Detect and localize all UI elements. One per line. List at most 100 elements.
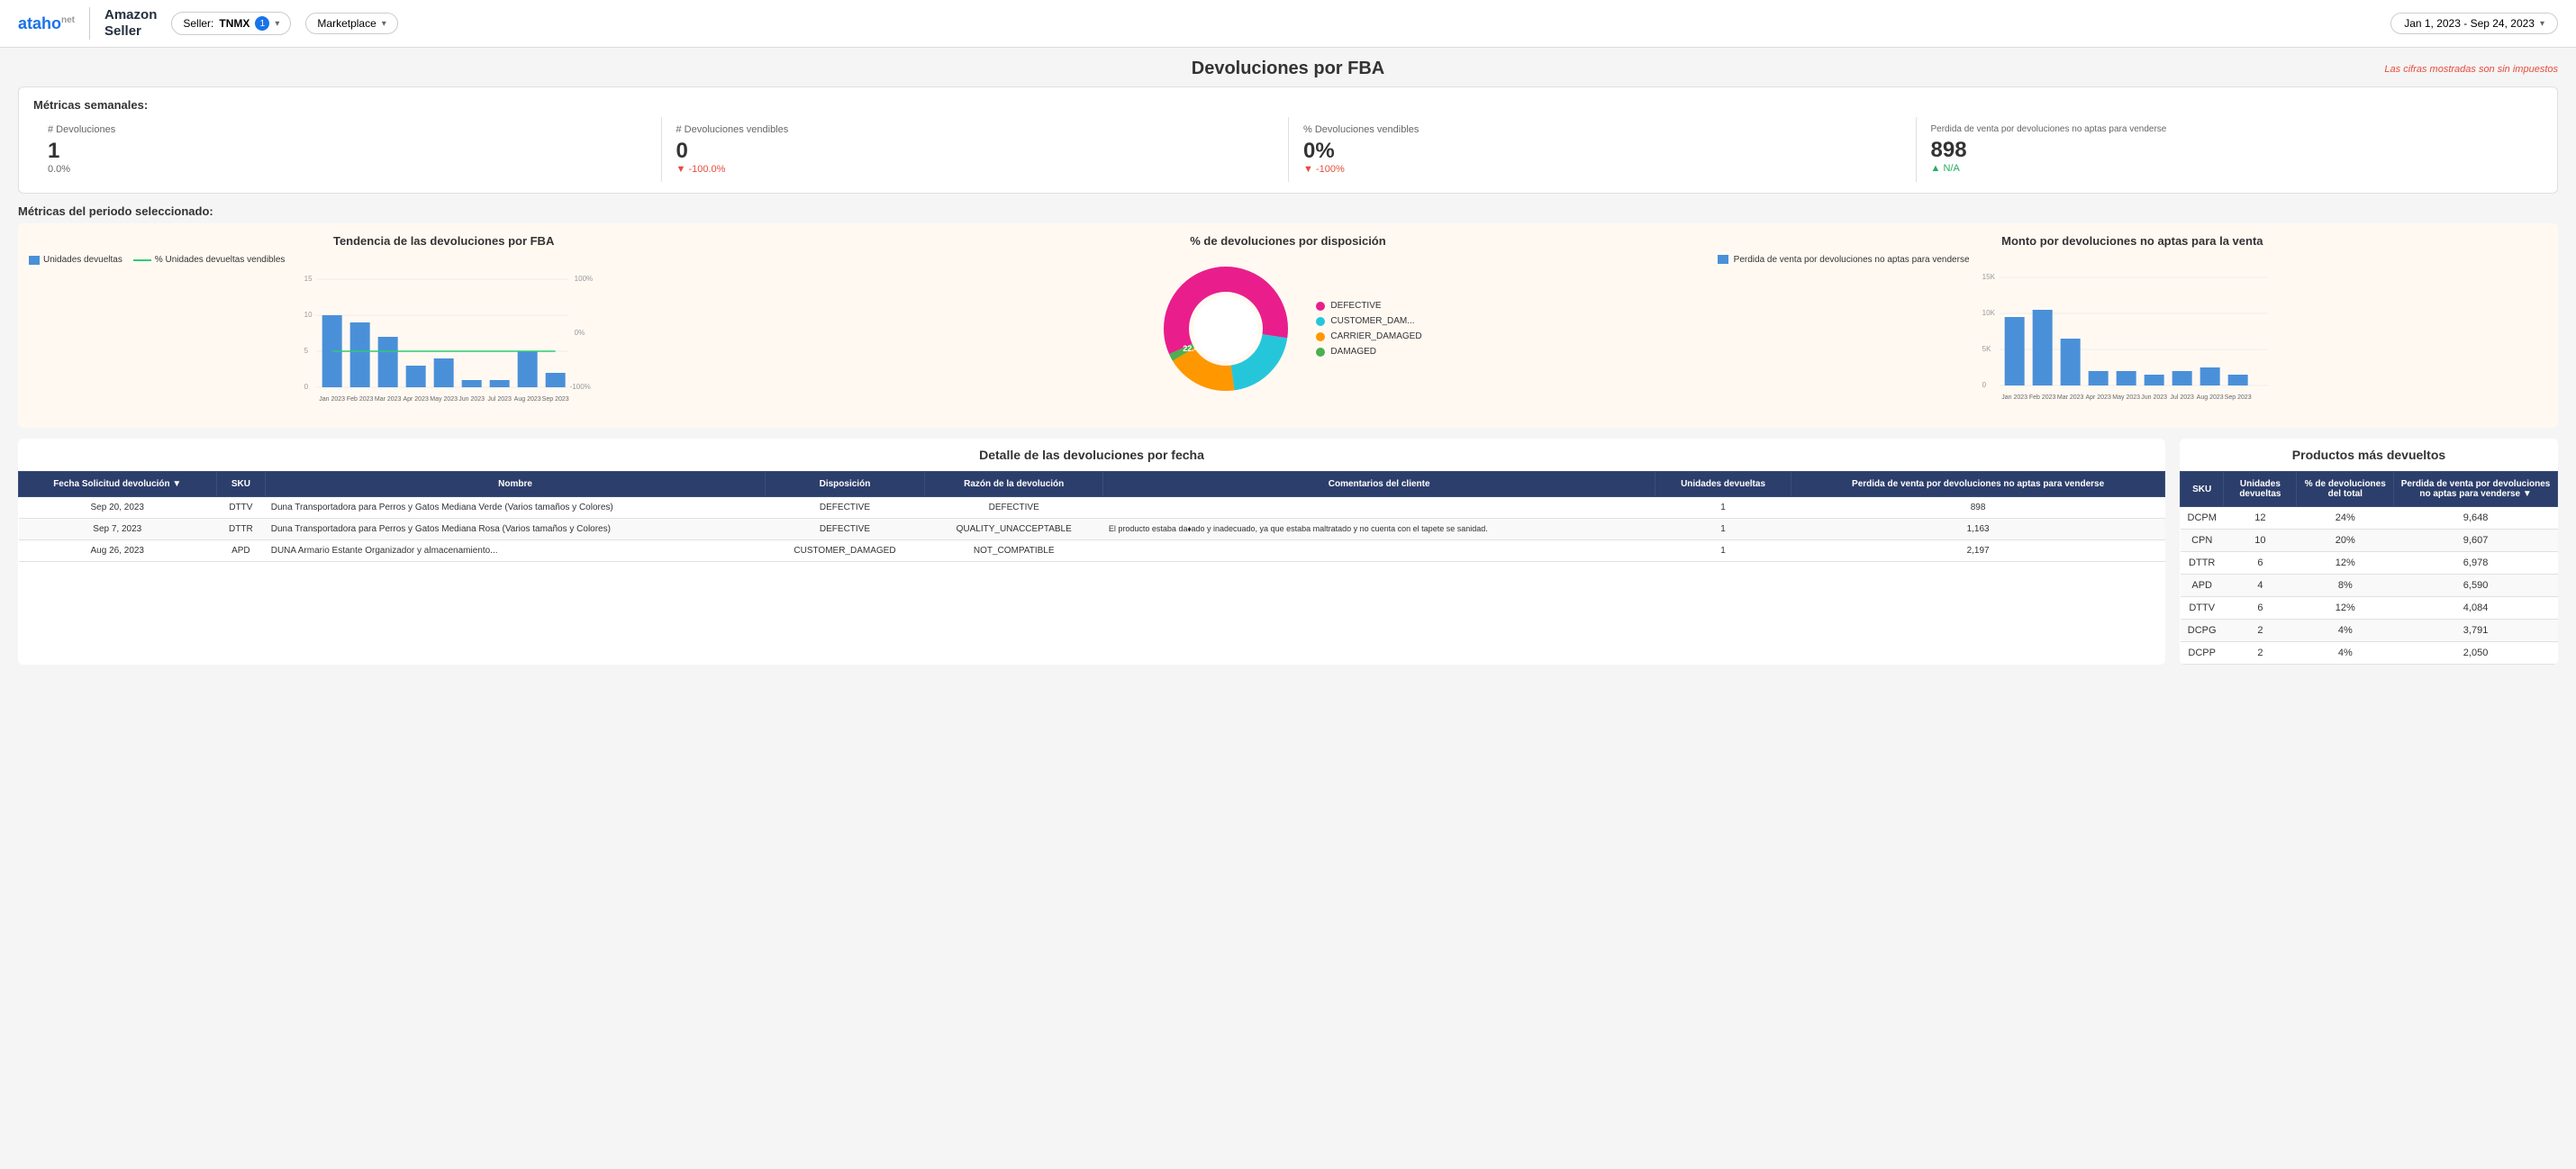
brand-name: Amazon Seller xyxy=(104,7,157,40)
legend-customer-dam: CUSTOMER_DAM... xyxy=(1316,316,1421,326)
svg-text:-100%: -100% xyxy=(570,383,591,391)
marketplace-button[interactable]: Marketplace ▾ xyxy=(305,13,397,34)
col-disposicion: Disposición xyxy=(765,472,924,497)
cell-prod-sku: DTTR xyxy=(2181,552,2224,575)
col-prod-perdida[interactable]: Perdida de venta por devoluciones no apt… xyxy=(2394,472,2558,507)
donut-legend: DEFECTIVE CUSTOMER_DAM... CARRIER_DAMAGE… xyxy=(1316,301,1421,357)
date-range-button[interactable]: Jan 1, 2023 - Sep 24, 2023 ▾ xyxy=(2390,13,2558,34)
svg-text:10: 10 xyxy=(304,311,313,319)
legend-line-label: % Unidades devueltas vendibles xyxy=(155,255,286,265)
cell-prod-perdida: 2,050 xyxy=(2394,642,2558,665)
svg-text:15: 15 xyxy=(304,275,313,283)
svg-text:Jul 2023: Jul 2023 xyxy=(487,396,512,403)
sales-loss-legend-label: Perdida de venta por devoluciones no apt… xyxy=(1734,255,1970,265)
legend-defective: DEFECTIVE xyxy=(1316,301,1421,311)
cell-disposicion: DEFECTIVE xyxy=(765,519,924,540)
cell-comentarios xyxy=(1103,497,1655,519)
svg-text:Mar 2023: Mar 2023 xyxy=(2057,394,2084,401)
top-bar: atahonet Amazon Seller Seller: TNMX 1 ▾ … xyxy=(0,0,2576,48)
svg-text:15K: 15K xyxy=(1982,273,1995,281)
cell-nombre: Duna Transportadora para Perros y Gatos … xyxy=(266,497,766,519)
svg-text:Apr 2023: Apr 2023 xyxy=(403,396,429,403)
returns-table-title: Detalle de las devoluciones por fecha xyxy=(18,439,2165,471)
svg-text:Apr 2023: Apr 2023 xyxy=(2085,394,2111,401)
cell-prod-perdida: 9,648 xyxy=(2394,507,2558,530)
disposition-chart-panel: % de devoluciones por disposición xyxy=(873,234,1702,417)
metric-header-2: # Devoluciones vendibles xyxy=(676,124,1274,135)
trend-chart-svg: 15 10 5 0 100% 0% -100% xyxy=(29,270,858,414)
disposition-chart-title: % de devoluciones por disposición xyxy=(873,234,1702,248)
chevron-down-icon: ▾ xyxy=(2540,19,2544,29)
metric-perdida-venta: Perdida de venta por devoluciones no apt… xyxy=(1916,117,2544,182)
metric-change-1: 0.0% xyxy=(48,164,647,175)
legend-carrier-dam-label: CARRIER_DAMAGED xyxy=(1330,331,1421,341)
sales-loss-title: Monto por devoluciones no aptas para la … xyxy=(1718,234,2547,248)
col-razon: Razón de la devolución xyxy=(925,472,1103,497)
legend-damaged-label: DAMAGED xyxy=(1330,347,1376,357)
returns-table-panel: Detalle de las devoluciones por fecha Fe… xyxy=(18,439,2165,665)
svg-text:55.1%: 55.1% xyxy=(1238,335,1261,344)
cell-prod-unidades: 2 xyxy=(2224,642,2297,665)
legend-defective-label: DEFECTIVE xyxy=(1330,301,1381,311)
svg-text:May 2023: May 2023 xyxy=(430,396,458,403)
sales-loss-chart-panel: Monto por devoluciones no aptas para la … xyxy=(1718,234,2547,417)
chevron-down-icon: ▾ xyxy=(382,19,386,29)
svg-text:Mar 2023: Mar 2023 xyxy=(375,396,402,403)
cell-prod-unidades: 10 xyxy=(2224,530,2297,552)
cell-prod-unidades: 6 xyxy=(2224,597,2297,620)
cell-comentarios xyxy=(1103,540,1655,562)
cell-nombre: Duna Transportadora para Perros y Gatos … xyxy=(266,519,766,540)
donut-chart-svg: 20.4% 22.4% 55.1% xyxy=(1154,257,1298,401)
seller-button[interactable]: Seller: TNMX 1 ▾ xyxy=(171,12,291,35)
cell-prod-pct: 24% xyxy=(2297,507,2394,530)
list-item: DCPP 2 4% 2,050 xyxy=(2181,642,2558,665)
legend-line-icon xyxy=(133,259,151,261)
charts-section: Tendencia de las devoluciones por FBA Un… xyxy=(18,223,2558,428)
donut-wrapper: 20.4% 22.4% 55.1% DEFECTIVE CUSTOMER_DAM… xyxy=(873,257,1702,401)
table-row: Aug 26, 2023 APD DUNA Armario Estante Or… xyxy=(19,540,2165,562)
list-item: CPN 10 20% 9,607 xyxy=(2181,530,2558,552)
svg-text:Sep 2023: Sep 2023 xyxy=(542,396,569,403)
seller-label: Seller: xyxy=(183,17,213,30)
svg-text:Sep 2023: Sep 2023 xyxy=(2224,394,2251,401)
period-label: Métricas del periodo seleccionado: xyxy=(18,204,2558,218)
table-row: Sep 7, 2023 DTTR Duna Transportadora par… xyxy=(19,519,2165,540)
col-nombre: Nombre xyxy=(266,472,766,497)
metric-header-1: # Devoluciones xyxy=(48,124,647,135)
products-table: SKU Unidades devueltas % de devoluciones… xyxy=(2180,471,2558,665)
list-item: DTTR 6 12% 6,978 xyxy=(2181,552,2558,575)
cell-comentarios: El producto estaba da⬧ado y inadecuado, … xyxy=(1103,519,1655,540)
cell-prod-pct: 12% xyxy=(2297,597,2394,620)
cell-perdida: 1,163 xyxy=(1791,519,2165,540)
weekly-metrics-panel: Métricas semanales: # Devoluciones 1 0.0… xyxy=(18,86,2558,194)
cell-disposicion: CUSTOMER_DAMAGED xyxy=(765,540,924,562)
chevron-down-icon: ▾ xyxy=(275,19,279,29)
cell-prod-pct: 8% xyxy=(2297,575,2394,597)
svg-text:0: 0 xyxy=(304,383,309,391)
col-prod-pct: % de devoluciones del total xyxy=(2297,472,2394,507)
cell-prod-sku: APD xyxy=(2181,575,2224,597)
metric-value-1: 1 xyxy=(48,139,647,164)
sales-loss-chart-svg: 15K 10K 5K 0 xyxy=(1718,268,2547,412)
cell-prod-unidades: 12 xyxy=(2224,507,2297,530)
marketplace-label: Marketplace xyxy=(317,17,376,30)
cell-prod-perdida: 4,084 xyxy=(2394,597,2558,620)
svg-text:Jan 2023: Jan 2023 xyxy=(319,396,345,403)
svg-text:5: 5 xyxy=(304,347,309,355)
metric-pct-vendibles: % Devoluciones vendibles 0% ▼ -100% xyxy=(1288,117,1916,182)
metric-change-4: ▲ N/A xyxy=(1931,163,2529,174)
trend-chart-title: Tendencia de las devoluciones por FBA xyxy=(29,234,858,248)
metrics-grid: # Devoluciones 1 0.0% # Devoluciones ven… xyxy=(33,117,2543,182)
legend-bar: Unidades devueltas xyxy=(29,255,122,265)
cell-prod-unidades: 2 xyxy=(2224,620,2297,642)
col-unidades: Unidades devueltas xyxy=(1655,472,1791,497)
svg-text:Feb 2023: Feb 2023 xyxy=(2029,394,2056,401)
cell-unidades: 1 xyxy=(1655,540,1791,562)
legend-bar-label: Unidades devueltas xyxy=(43,255,122,265)
table-row: Sep 20, 2023 DTTV Duna Transportadora pa… xyxy=(19,497,2165,519)
col-fecha[interactable]: Fecha Solicitud devolución ▼ xyxy=(19,472,217,497)
cell-fecha: Sep 7, 2023 xyxy=(19,519,217,540)
metric-value-2: 0 xyxy=(676,139,1274,164)
products-table-title: Productos más devueltos xyxy=(2180,439,2558,471)
legend-carrier-dam: CARRIER_DAMAGED xyxy=(1316,331,1421,341)
